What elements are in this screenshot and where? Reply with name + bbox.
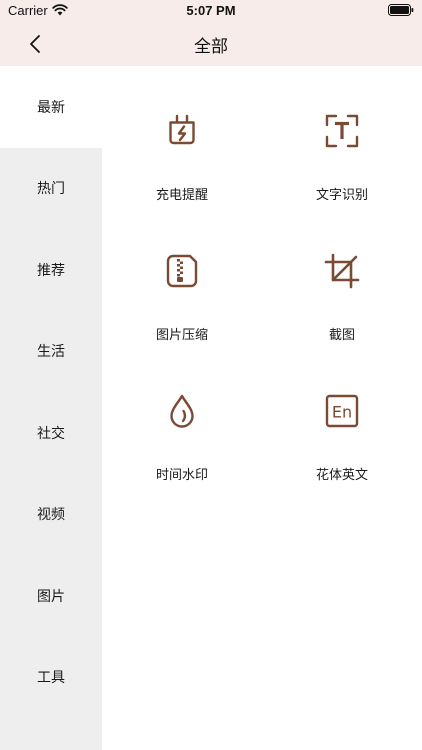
sidebar-item-label: 工具 — [37, 670, 65, 687]
sidebar-item-latest[interactable]: 最新 — [0, 66, 102, 148]
status-bar: Carrier 5:07 PM — [0, 0, 422, 22]
tool-text-recognition[interactable]: 文字识别 — [262, 81, 422, 211]
sidebar-item-life[interactable]: 生活 — [0, 311, 102, 393]
en-text-icon: En — [324, 393, 360, 429]
crop-icon — [324, 253, 360, 289]
tool-image-compression[interactable]: 图片压缩 — [102, 221, 262, 351]
battery-icon — [388, 4, 414, 16]
sidebar-item-label: 视频 — [37, 507, 65, 524]
tool-screenshot[interactable]: 截图 — [262, 221, 422, 351]
header: Carrier 5:07 PM 全部 — [0, 0, 422, 66]
back-button[interactable] — [22, 30, 50, 58]
sidebar-item-hot[interactable]: 热门 — [0, 148, 102, 230]
status-time: 5:07 PM — [186, 3, 236, 18]
sidebar-item-video[interactable]: 视频 — [0, 474, 102, 556]
category-sidebar: 最新 热门 推荐 生活 社交 视频 图片 工具 — [0, 66, 102, 750]
sidebar-item-label: 图片 — [37, 588, 65, 605]
sidebar-item-label: 热门 — [37, 181, 65, 198]
sidebar-item-social[interactable]: 社交 — [0, 392, 102, 474]
tool-fancy-english[interactable]: En 花体英文 — [262, 361, 422, 491]
zip-file-icon — [164, 253, 200, 289]
sidebar-item-images[interactable]: 图片 — [0, 555, 102, 637]
tool-label: 时间水印 — [155, 468, 208, 483]
sidebar-item-label: 生活 — [37, 344, 65, 361]
tool-label: 花体英文 — [315, 468, 368, 483]
tool-label: 充电提醒 — [155, 188, 208, 203]
sidebar-item-label: 社交 — [37, 425, 65, 442]
tool-label: 图片压缩 — [155, 328, 208, 343]
text-scan-icon — [324, 113, 360, 149]
sidebar-item-label: 最新 — [37, 99, 65, 116]
tool-charging-reminder[interactable]: 充电提醒 — [102, 81, 262, 211]
water-drop-icon — [164, 393, 200, 429]
tool-label: 文字识别 — [315, 188, 368, 203]
sidebar-item-recommended[interactable]: 推荐 — [0, 229, 102, 311]
nav-bar: 全部 — [0, 22, 422, 66]
tool-grid: 充电提醒 文字识别 图片压缩 截图 时间水印 En 花体英文 — [102, 66, 422, 750]
sidebar-item-label: 推荐 — [37, 262, 65, 279]
en-icon-text: En — [332, 403, 352, 422]
chevron-left-icon — [22, 30, 50, 58]
tool-label: 截图 — [328, 328, 355, 343]
tool-time-watermark[interactable]: 时间水印 — [102, 361, 262, 491]
charging-plug-icon — [164, 113, 200, 149]
sidebar-item-tools[interactable]: 工具 — [0, 637, 102, 719]
page-title: 全部 — [194, 37, 228, 57]
